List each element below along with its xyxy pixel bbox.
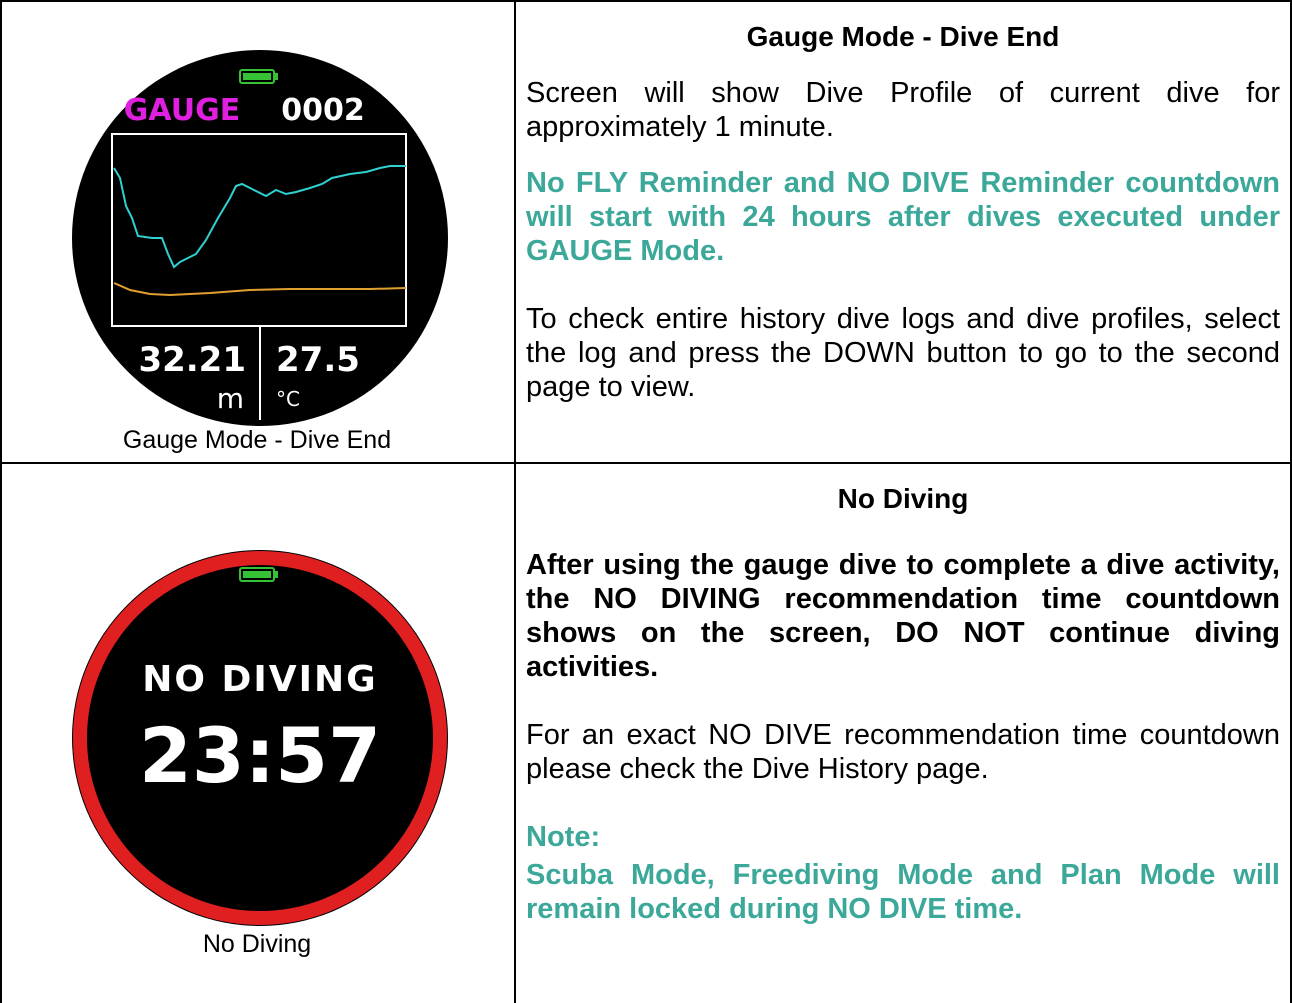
row2-para1: After using the gauge dive to complete a… — [526, 549, 1280, 683]
depth-value: 32.21 — [138, 340, 246, 380]
row2-caption: No Diving — [202, 930, 312, 958]
row2-para2: For an exact NO DIVE recommendation time… — [526, 719, 1280, 785]
row1-heading: Gauge Mode - Dive End — [746, 21, 1060, 52]
no-diving-countdown: 23:57 — [139, 711, 381, 800]
no-diving-watch: NO DIVING 23:57 — [70, 548, 450, 928]
row1-description: Gauge Mode - Dive End Screen will show D… — [526, 20, 1280, 404]
temp-value: 27.5 — [276, 340, 360, 380]
row2-heading: No Diving — [837, 483, 969, 514]
row1-para2: No FLY Reminder and NO DIVE Reminder cou… — [526, 167, 1280, 267]
gauge-dive-end-watch: GAUGE 0002 32.21 m 27.5 °C — [70, 48, 450, 428]
row2-description: No Diving After using the gauge dive to … — [526, 482, 1280, 926]
depth-unit: m — [217, 382, 244, 415]
temp-unit: °C — [276, 387, 300, 411]
mode-label: GAUGE — [124, 93, 240, 128]
row1-para1: Screen will show Dive Profile of current… — [526, 77, 1280, 143]
row2-note-text: Scuba Mode, Freediving Mode and Plan Mod… — [526, 859, 1280, 925]
row2-note-label: Note: — [526, 821, 601, 853]
dive-number: 0002 — [281, 93, 365, 128]
no-diving-title: NO DIVING — [142, 659, 377, 700]
row1-para3: To check entire history dive logs and di… — [526, 303, 1280, 403]
row1-caption: Gauge Mode - Dive End — [122, 426, 392, 454]
